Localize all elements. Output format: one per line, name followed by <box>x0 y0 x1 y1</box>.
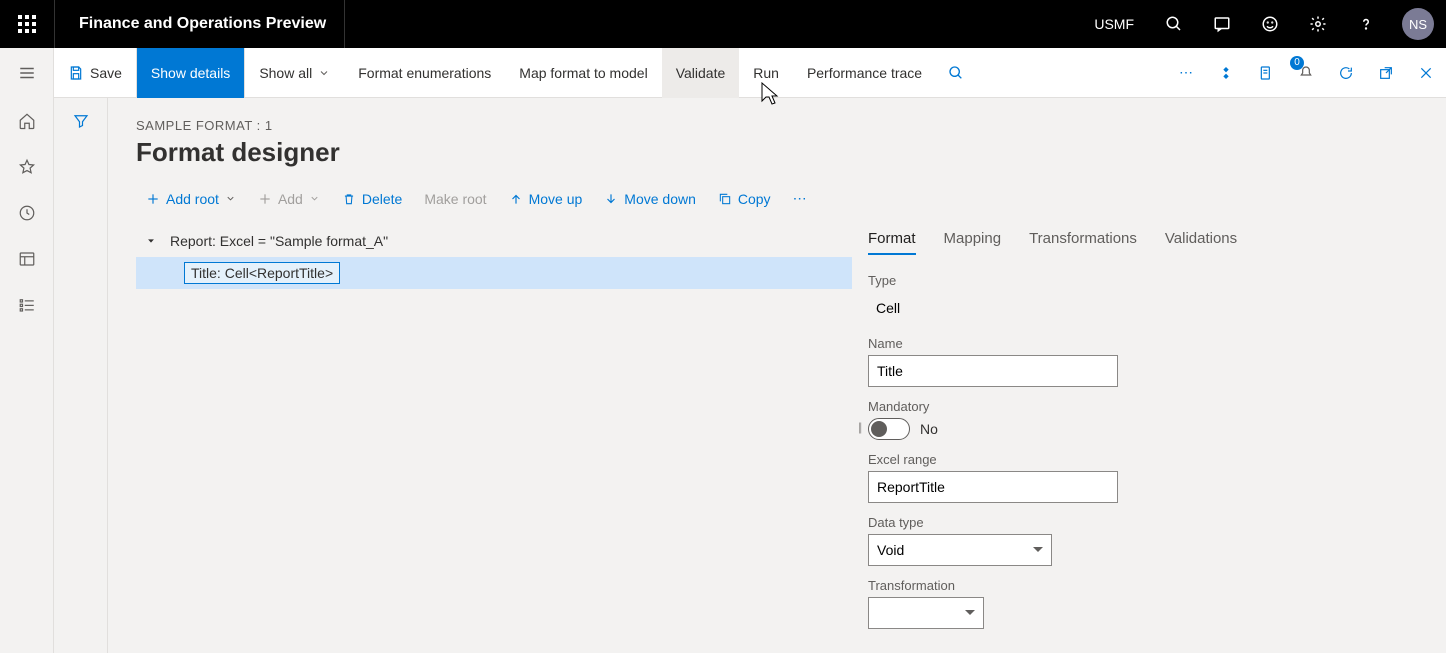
search-in-page-icon[interactable] <box>936 48 976 98</box>
breadcrumb: SAMPLE FORMAT : 1 <box>136 118 1422 133</box>
data-type-select[interactable]: Void <box>868 534 1052 566</box>
type-field <box>868 292 1052 324</box>
excel-range-field[interactable] <box>868 471 1118 503</box>
format-enumerations-button[interactable]: Format enumerations <box>344 48 505 98</box>
recent-clock-icon[interactable] <box>0 190 54 236</box>
message-count-badge: 0 <box>1290 56 1304 70</box>
save-label: Save <box>90 65 122 81</box>
data-type-label: Data type <box>868 515 1422 530</box>
map-format-to-model-button[interactable]: Map format to model <box>505 48 661 98</box>
tree-node-label: Title: Cell<ReportTitle> <box>184 262 340 284</box>
popout-icon[interactable] <box>1366 48 1406 98</box>
add-button[interactable]: Add <box>248 185 330 213</box>
performance-trace-button[interactable]: Performance trace <box>793 48 936 98</box>
message-bar-icon[interactable]: 0 <box>1286 48 1326 98</box>
tree-child-row[interactable]: Title: Cell<ReportTitle> <box>136 257 852 289</box>
workspaces-icon[interactable] <box>0 236 54 282</box>
mandatory-toggle[interactable] <box>868 418 910 440</box>
related-info-icon[interactable] <box>1206 48 1246 98</box>
more-ellipsis-icon[interactable]: ⋯ <box>783 184 817 213</box>
mandatory-value: No <box>920 421 938 437</box>
properties-panel: Format Mapping Transformations Validatio… <box>852 225 1422 653</box>
tab-validations[interactable]: Validations <box>1165 230 1237 255</box>
transformation-select[interactable] <box>868 597 984 629</box>
transformation-label: Transformation <box>868 578 1422 593</box>
copy-button[interactable]: Copy <box>708 185 781 213</box>
excel-range-label: Excel range <box>868 452 1422 467</box>
app-launcher-waffle-icon[interactable] <box>0 0 54 48</box>
tab-mapping[interactable]: Mapping <box>944 230 1002 255</box>
tree-node-label: Report: Excel = "Sample format_A" <box>164 231 394 251</box>
left-nav <box>0 48 54 653</box>
format-tree: Report: Excel = "Sample format_A" Title:… <box>136 225 852 653</box>
add-root-button[interactable]: Add root <box>136 185 246 213</box>
search-icon[interactable] <box>1150 0 1198 48</box>
attachments-icon[interactable] <box>1246 48 1286 98</box>
favorites-star-icon[interactable] <box>0 144 54 190</box>
hamburger-menu-icon[interactable] <box>0 48 54 98</box>
mandatory-label: Mandatory <box>868 399 1422 414</box>
close-icon[interactable] <box>1406 48 1446 98</box>
separator <box>344 0 345 48</box>
name-field[interactable] <box>868 355 1118 387</box>
feedback-smile-icon[interactable] <box>1246 0 1294 48</box>
tab-transformations[interactable]: Transformations <box>1029 230 1137 255</box>
app-title: Finance and Operations Preview <box>55 15 326 33</box>
tab-format[interactable]: Format <box>868 230 916 255</box>
filter-panel <box>54 98 108 653</box>
show-all-button[interactable]: Show all <box>245 48 344 98</box>
refresh-icon[interactable] <box>1326 48 1366 98</box>
more-ellipsis-icon[interactable]: ⋯ <box>1166 48 1206 98</box>
home-icon[interactable] <box>0 98 54 144</box>
move-up-button[interactable]: Move up <box>499 185 593 213</box>
validate-button[interactable]: Validate <box>662 48 740 98</box>
delete-button[interactable]: Delete <box>332 185 412 213</box>
topbar: Finance and Operations Preview USMF NS <box>0 0 1446 48</box>
type-label: Type <box>868 273 1422 288</box>
splitter-handle-icon[interactable]: || <box>858 420 860 434</box>
move-down-button[interactable]: Move down <box>594 185 706 213</box>
make-root-button[interactable]: Make root <box>414 185 496 213</box>
properties-tabs: Format Mapping Transformations Validatio… <box>868 225 1422 259</box>
help-icon[interactable] <box>1342 0 1390 48</box>
collapse-caret-icon[interactable] <box>144 236 158 246</box>
filter-funnel-icon[interactable] <box>72 112 90 653</box>
action-pane: Save Show details Show all Format enumer… <box>54 48 1446 98</box>
design-toolbar: Add root Add Delete Make root <box>136 184 1422 213</box>
save-button[interactable]: Save <box>54 48 136 98</box>
run-button[interactable]: Run <box>739 48 793 98</box>
modules-list-icon[interactable] <box>0 282 54 328</box>
user-avatar[interactable]: NS <box>1402 8 1434 40</box>
show-details-button[interactable]: Show details <box>137 48 244 98</box>
environment-label[interactable]: USMF <box>1078 16 1150 32</box>
settings-gear-icon[interactable] <box>1294 0 1342 48</box>
tree-root-row[interactable]: Report: Excel = "Sample format_A" <box>136 225 852 257</box>
name-label: Name <box>868 336 1422 351</box>
messages-icon[interactable] <box>1198 0 1246 48</box>
page-title: Format designer <box>136 137 1422 168</box>
